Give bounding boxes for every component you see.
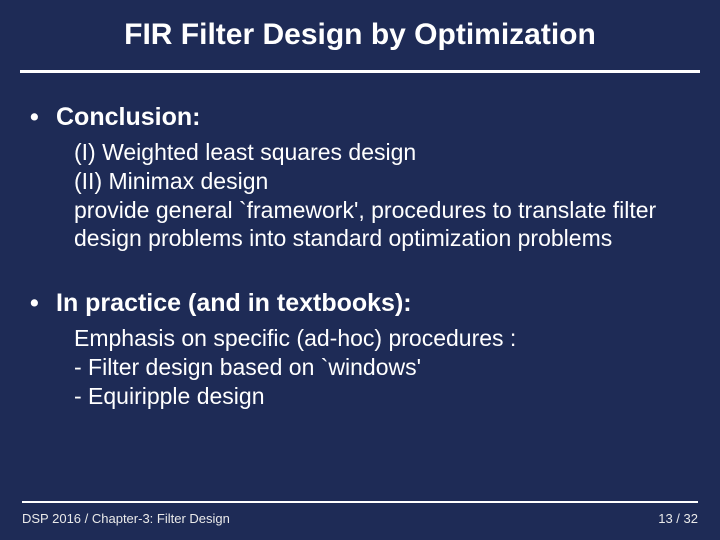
- body-line: Emphasis on specific (ad-hoc) procedures…: [74, 324, 690, 353]
- bullet-heading: In practice (and in textbooks):: [56, 289, 412, 318]
- bullet-dot-icon: •: [30, 289, 56, 318]
- footer-left: DSP 2016 / Chapter-3: Filter Design: [22, 511, 230, 526]
- page-number: 13 / 32: [658, 511, 698, 526]
- slide-title: FIR Filter Design by Optimization: [0, 0, 720, 70]
- footer-divider: [22, 501, 698, 503]
- slide-footer: DSP 2016 / Chapter-3: Filter Design 13 /…: [0, 501, 720, 526]
- body-line: - Filter design based on `windows': [74, 353, 690, 382]
- body-line: - Equiripple design: [74, 382, 690, 411]
- slide-content: • Conclusion: (I) Weighted least squares…: [0, 73, 720, 410]
- body-line: (II) Minimax design: [74, 167, 690, 196]
- bullet-practice: • In practice (and in textbooks):: [30, 289, 690, 318]
- slide: FIR Filter Design by Optimization • Conc…: [0, 0, 720, 540]
- body-line: provide general `framework', procedures …: [74, 196, 690, 254]
- bullet-dot-icon: •: [30, 103, 56, 132]
- bullet-conclusion: • Conclusion:: [30, 103, 690, 132]
- body-line: (I) Weighted least squares design: [74, 138, 690, 167]
- footer-row: DSP 2016 / Chapter-3: Filter Design 13 /…: [22, 511, 698, 526]
- section-spacer: [30, 253, 690, 275]
- bullet-heading: Conclusion:: [56, 103, 200, 132]
